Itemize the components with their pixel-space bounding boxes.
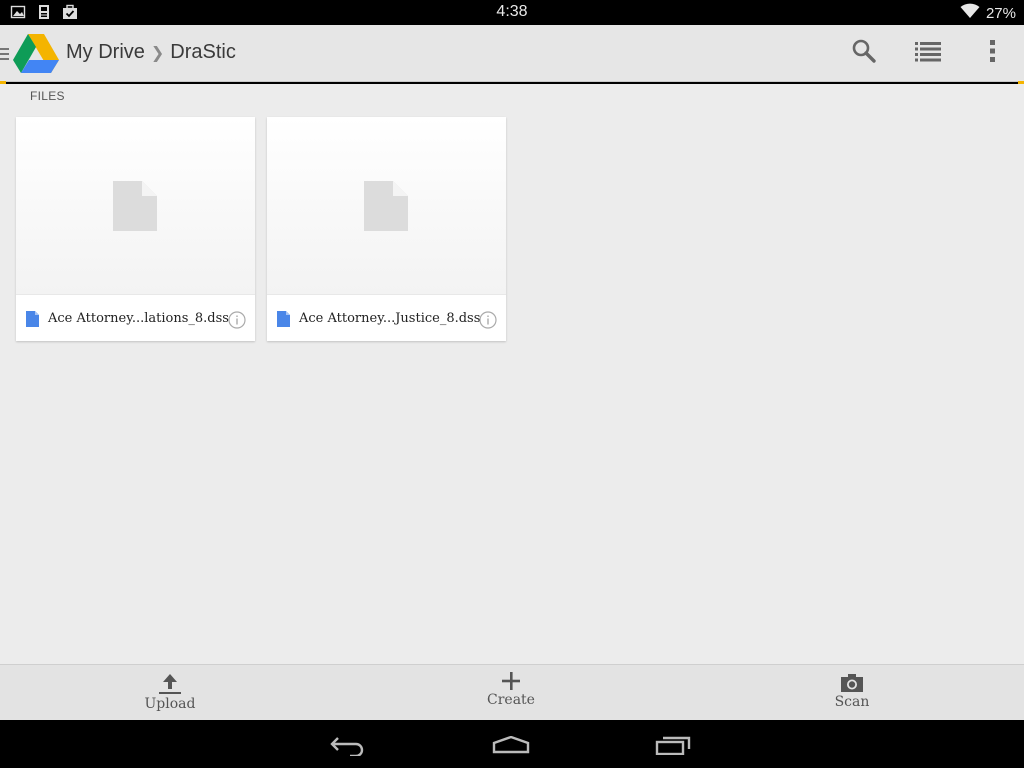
file-meta: Ace Attorney...Justice_8.dss (267, 294, 506, 341)
drive-logo-icon[interactable] (12, 32, 60, 74)
section-label-files: FILES (30, 89, 65, 103)
plus-icon (451, 671, 571, 691)
camera-icon (792, 673, 912, 693)
list-view-button[interactable] (912, 37, 944, 69)
file-meta: Ace Attorney...lations_8.dss (16, 294, 255, 341)
navigation-bar (0, 720, 1024, 768)
scan-button[interactable]: Scan (792, 673, 912, 710)
info-icon[interactable] (228, 311, 246, 334)
search-button[interactable] (848, 37, 880, 69)
overflow-menu-button[interactable] (976, 37, 1008, 69)
file-card[interactable]: Ace Attorney...Justice_8.dss (267, 117, 506, 341)
drawer-menu-icon[interactable] (0, 47, 9, 60)
breadcrumb-separator: ❯ (150, 44, 165, 62)
info-icon[interactable] (479, 311, 497, 334)
document-file-icon (26, 311, 39, 332)
file-grid: FILES Ace Attorney...lations_8.dss Ace A… (0, 84, 1024, 664)
upload-button[interactable]: Upload (110, 673, 230, 712)
status-bar: 4:38 27% (0, 0, 1024, 25)
upload-label: Upload (144, 696, 196, 712)
document-file-icon (277, 311, 290, 332)
breadcrumb-drastic[interactable]: DraStic (170, 41, 236, 64)
generic-file-icon (112, 180, 158, 237)
status-right: 27% (960, 3, 1016, 23)
breadcrumb-my-drive[interactable]: My Drive (66, 41, 145, 64)
file-thumbnail[interactable] (16, 117, 255, 294)
bottom-action-bar: Upload Create Scan (0, 664, 1024, 720)
list-view-icon (915, 40, 941, 67)
create-label: Create (487, 692, 535, 708)
create-button[interactable]: Create (451, 671, 571, 708)
generic-file-icon (363, 180, 409, 237)
wifi-icon (960, 3, 980, 23)
back-icon[interactable] (330, 734, 368, 761)
action-bar: My Drive ❯ DraStic (0, 25, 1024, 82)
scan-label: Scan (834, 694, 870, 710)
overflow-menu-icon (988, 38, 996, 69)
upload-icon (110, 673, 230, 695)
search-icon (851, 38, 877, 69)
clock: 4:38 (496, 3, 528, 20)
home-icon[interactable] (492, 735, 530, 759)
file-thumbnail[interactable] (267, 117, 506, 294)
file-name: Ace Attorney...Justice_8.dss (299, 311, 481, 326)
battery-level: 27% (985, 4, 1016, 22)
file-card[interactable]: Ace Attorney...lations_8.dss (16, 117, 255, 341)
file-name: Ace Attorney...lations_8.dss (48, 311, 229, 326)
breadcrumb: My Drive ❯ DraStic (66, 41, 236, 64)
recents-icon[interactable] (655, 735, 691, 760)
